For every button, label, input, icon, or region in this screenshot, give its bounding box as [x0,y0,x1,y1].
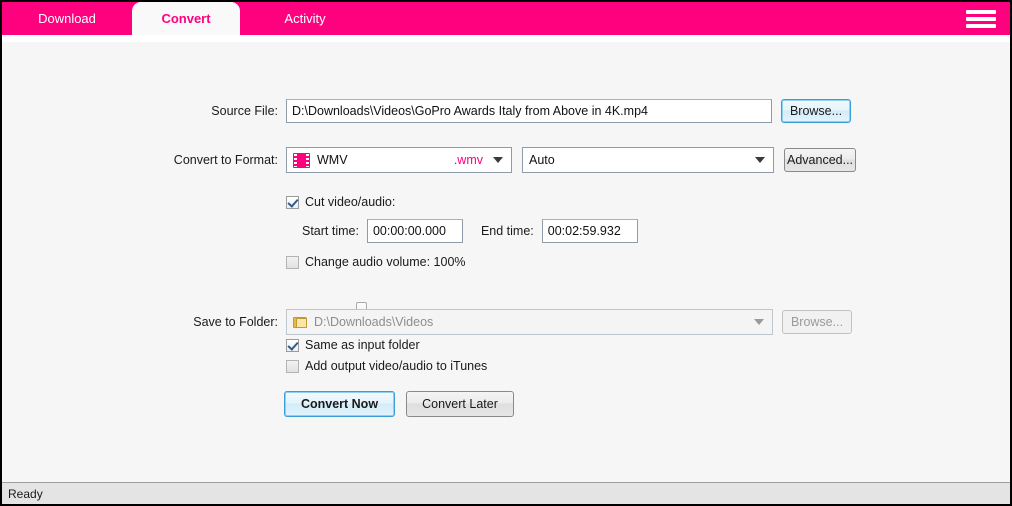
add-to-itunes-checkbox-box[interactable] [286,360,299,373]
chevron-down-icon [754,319,764,325]
tab-activity[interactable]: Activity [240,2,370,35]
convert-panel: Source File: D:\Downloads\Videos\GoPro A… [2,42,1010,485]
save-to-folder-combobox[interactable]: D:\Downloads\Videos [286,309,773,335]
hamburger-bar-2 [966,17,996,21]
end-time-value: 00:02:59.932 [548,224,621,238]
same-as-input-folder-label: Same as input folder [305,338,420,352]
hamburger-bar-3 [966,24,996,28]
add-to-itunes-checkbox[interactable]: Add output video/audio to iTunes [286,359,487,373]
cut-video-audio-checkbox[interactable]: Cut video/audio: [286,195,395,209]
chevron-down-icon [493,157,503,163]
end-time-input[interactable]: 00:02:59.932 [542,219,638,243]
chevron-down-icon [755,157,765,163]
add-to-itunes-label: Add output video/audio to iTunes [305,359,487,373]
start-time-value: 00:00:00.000 [373,224,446,238]
change-audio-volume-label: Change audio volume: 100% [305,255,466,269]
advanced-label: Advanced... [787,153,853,167]
status-bar: Ready [2,482,1010,504]
advanced-button[interactable]: Advanced... [784,148,856,172]
folder-icon [293,316,308,329]
format-extension: .wmv [454,153,483,167]
change-audio-volume-checkbox-box[interactable] [286,256,299,269]
source-file-browse-label: Browse... [790,104,842,118]
source-file-label: Source File: [2,104,278,118]
quality-value: Auto [529,153,555,167]
hamburger-icon[interactable] [966,8,996,30]
action-buttons-row: Convert Now Convert Later [284,391,514,417]
source-file-value: D:\Downloads\Videos\GoPro Awards Italy f… [292,104,648,118]
cut-video-audio-checkbox-box[interactable] [286,196,299,209]
tab-activity-label: Activity [284,11,325,26]
save-to-folder-row: Save to Folder: D:\Downloads\Videos Brow… [2,309,1010,335]
quality-combobox[interactable]: Auto [522,147,774,173]
status-text: Ready [8,487,43,501]
tab-download-label: Download [38,11,96,26]
save-to-folder-value: D:\Downloads\Videos [314,315,433,329]
convert-now-label: Convert Now [301,397,378,411]
convert-later-label: Convert Later [422,397,498,411]
format-combobox[interactable]: WMV .wmv [286,147,512,173]
tab-download[interactable]: Download [2,2,132,35]
end-time-label: End time: [481,224,534,238]
convert-to-format-label: Convert to Format: [2,153,278,167]
source-file-row: Source File: D:\Downloads\Videos\GoPro A… [2,99,1010,123]
tab-convert-label: Convert [161,11,210,26]
format-name: WMV [317,153,348,167]
source-file-input[interactable]: D:\Downloads\Videos\GoPro Awards Italy f… [286,99,772,123]
source-file-browse-button[interactable]: Browse... [781,99,851,123]
tab-underline [2,35,1010,42]
save-to-folder-label: Save to Folder: [2,315,278,329]
same-as-input-folder-checkbox[interactable]: Same as input folder [286,338,420,352]
cut-video-audio-label: Cut video/audio: [305,195,395,209]
convert-now-button[interactable]: Convert Now [284,391,395,417]
convert-to-format-row: Convert to Format: WMV .wmv Auto Advance… [2,147,1010,173]
change-audio-volume-checkbox[interactable]: Change audio volume: 100% [286,255,466,269]
hamburger-bar-1 [966,10,996,14]
save-to-folder-browse-label: Browse... [791,315,843,329]
tab-bar: Download Convert Activity [2,2,1010,35]
start-time-label: Start time: [302,224,359,238]
film-icon [293,153,310,168]
tab-convert[interactable]: Convert [132,2,240,35]
application-window: Download Convert Activity Source File: D… [0,0,1012,506]
cut-times-row: Start time: 00:00:00.000 End time: 00:02… [302,219,638,243]
convert-later-button[interactable]: Convert Later [406,391,514,417]
save-to-folder-browse-button[interactable]: Browse... [782,310,852,334]
same-as-input-folder-checkbox-box[interactable] [286,339,299,352]
start-time-input[interactable]: 00:00:00.000 [367,219,463,243]
